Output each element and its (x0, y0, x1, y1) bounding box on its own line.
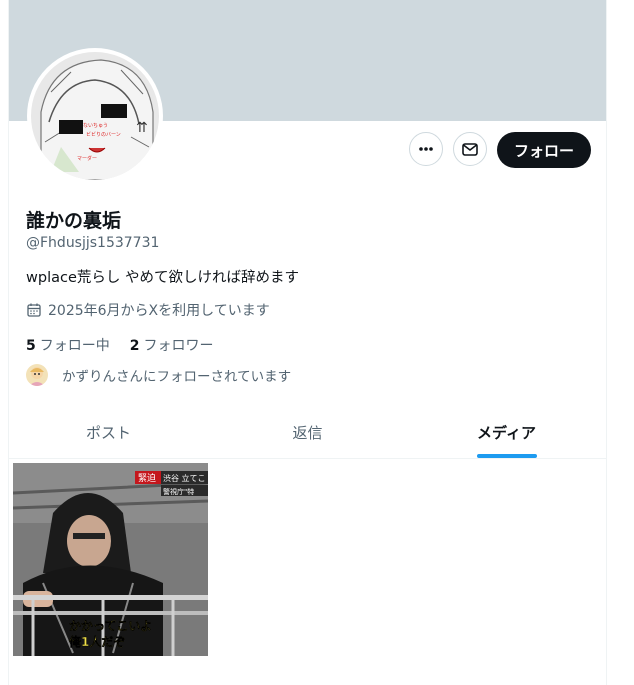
message-button[interactable] (453, 132, 487, 166)
tab-replies-label: 返信 (292, 423, 323, 442)
news-tag: 緊迫 (138, 472, 156, 484)
follow-button[interactable]: フォロー (497, 132, 591, 168)
joined-text: 2025年6月からXを利用しています (48, 303, 270, 319)
calendar-icon (27, 303, 41, 317)
more-icon (419, 147, 433, 151)
followers-link[interactable]: 2 フォロワー (130, 335, 214, 355)
tab-media-label: メディア (477, 423, 536, 442)
svg-text:マーダー: マーダー (77, 155, 97, 162)
profile-tabs: ポスト 返信 メディア (9, 406, 606, 459)
display-name: 誰かの裏垢 (26, 210, 122, 232)
followed-by-text: かずりんさんにフォローされています (62, 369, 292, 385)
follow-stats: 5 フォロー中 2 フォロワー (26, 335, 214, 355)
followers-label: フォロワー (143, 338, 214, 354)
mail-icon (462, 143, 478, 156)
svg-text:ビビりのバーン: ビビりのバーン (86, 131, 121, 138)
follower-avatar[interactable] (26, 364, 48, 386)
following-count: 5 (26, 338, 36, 354)
svg-text:ないちゅう: ないちゅう (83, 122, 108, 129)
followed-by[interactable]: かずりんさんにフォローされています (26, 364, 291, 386)
more-button[interactable] (409, 132, 443, 166)
news-headline: 渋谷 立てこ (163, 473, 206, 483)
profile-page: ないちゅう ビビりのバーン マーダー ⇈ フォロー 誰かの裏垢 @Fhdusjj… (8, 0, 607, 685)
news-subheadline: 警視庁"特 (163, 487, 194, 496)
following-link[interactable]: 5 フォロー中 (26, 335, 110, 355)
subtitle-line-1: かかってこいよ (69, 619, 152, 633)
profile-avatar[interactable]: ないちゅう ビビりのバーン マーダー ⇈ (27, 48, 163, 184)
followers-count: 2 (129, 338, 140, 354)
subtitle-line-2: 俺1人だぞ (68, 634, 125, 649)
active-tab-indicator (476, 454, 537, 458)
user-handle: @Fhdusjjs1537731 (26, 235, 160, 251)
svg-text:⇈: ⇈ (136, 120, 148, 136)
profile-bio: wplace荒らし やめて欲しければ辞めます (26, 270, 299, 286)
media-thumbnail[interactable]: 緊迫 渋谷 立てこ 警視庁"特 かかってこいよ 俺1人だぞ (13, 463, 208, 656)
joined-date: 2025年6月からXを利用しています (26, 300, 270, 320)
tab-media[interactable]: メディア (407, 406, 606, 458)
tab-replies[interactable]: 返信 (208, 406, 407, 458)
tab-posts[interactable]: ポスト (9, 406, 208, 458)
tab-posts-label: ポスト (85, 423, 131, 442)
following-label: フォロー中 (39, 338, 110, 354)
